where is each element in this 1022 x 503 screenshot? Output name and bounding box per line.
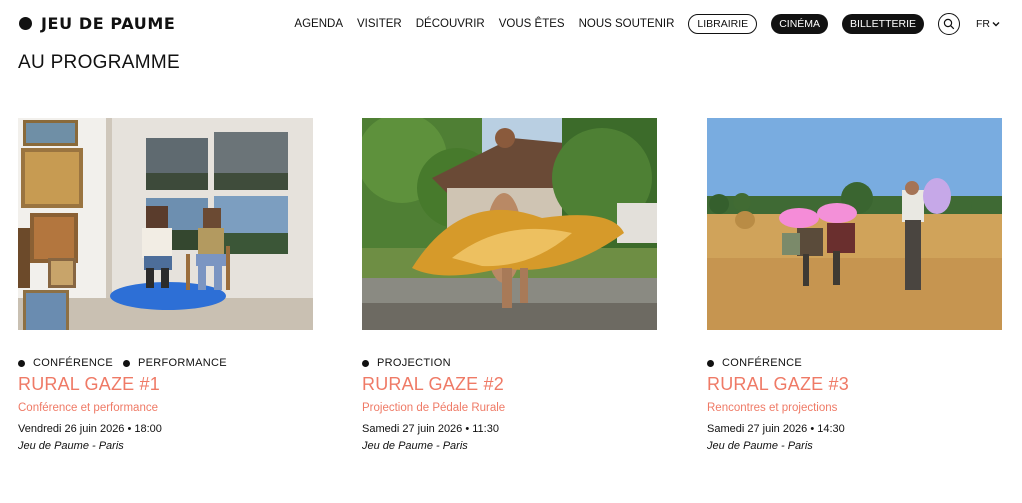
event-card-1: CONFÉRENCE PERFORMANCE RURAL GAZE #1 Con… — [18, 118, 313, 452]
page-title: AU PROGRAMME — [18, 52, 180, 73]
event-subtitle-3: Rencontres et projections — [707, 402, 838, 414]
event-subtitle-1: Conférence et performance — [18, 402, 158, 414]
tag-conference: CONFÉRENCE — [18, 357, 113, 369]
event-tags-1: CONFÉRENCE PERFORMANCE — [18, 356, 313, 370]
tag-projection: PROJECTION — [362, 357, 451, 369]
event-image-1[interactable] — [18, 118, 313, 330]
event-card-3: CONFÉRENCE RURAL GAZE #3 Rencontres et p… — [707, 118, 1002, 452]
nav-agenda[interactable]: AGENDA — [294, 18, 343, 30]
tag-label: CONFÉRENCE — [722, 357, 803, 369]
nav-visiter[interactable]: VISITER — [357, 18, 402, 30]
bullet-icon — [18, 359, 25, 367]
tag-label: CONFÉRENCE — [33, 357, 114, 369]
bullet-icon — [123, 359, 131, 367]
event-date-1: Vendredi 26 juin 2026 • 18:00 — [18, 423, 162, 435]
tag-label: PERFORMANCE — [138, 357, 227, 369]
event-tags-3: CONFÉRENCE — [707, 356, 1002, 370]
event-title-2[interactable]: RURAL GAZE #2 — [362, 374, 657, 395]
language-label: FR — [976, 18, 990, 30]
logo[interactable]: JEU DE PAUME — [19, 14, 175, 33]
site-header: JEU DE PAUME AGENDA VISITER DÉCOUVRIR VO… — [0, 0, 1022, 48]
bullet-icon — [362, 359, 369, 367]
cinema-button[interactable]: CINÉMA — [771, 14, 829, 34]
billetterie-button[interactable]: BILLETTERIE — [842, 14, 924, 34]
chevron-down-icon — [992, 22, 1000, 27]
event-title-3[interactable]: RURAL GAZE #3 — [707, 374, 1002, 395]
event-place-1: Jeu de Paume - Paris — [18, 440, 124, 452]
search-icon — [943, 18, 955, 30]
event-subtitle-2: Projection de Pédale Rurale — [362, 402, 506, 414]
logo-text: JEU DE PAUME — [41, 14, 176, 33]
main-nav: AGENDA VISITER DÉCOUVRIR VOUS ÊTES NOUS … — [294, 13, 1000, 35]
tag-conference: CONFÉRENCE — [707, 357, 802, 369]
nav-decouvrir[interactable]: DÉCOUVRIR — [416, 18, 485, 30]
nav-vous-etes[interactable]: VOUS ÊTES — [499, 18, 565, 30]
event-image-3[interactable] — [707, 118, 1002, 330]
event-card-2: PROJECTION RURAL GAZE #2 Projection de P… — [362, 118, 657, 452]
tag-label: PROJECTION — [377, 357, 451, 369]
event-date-2: Samedi 27 juin 2026 • 11:30 — [362, 423, 499, 435]
event-title-1[interactable]: RURAL GAZE #1 — [18, 374, 313, 395]
language-selector[interactable]: FR — [976, 18, 1000, 30]
event-date-3: Samedi 27 juin 2026 • 14:30 — [707, 423, 845, 435]
search-button[interactable] — [938, 13, 960, 35]
logo-dot-icon — [19, 17, 32, 30]
librairie-button[interactable]: LIBRAIRIE — [688, 14, 758, 34]
tag-performance: PERFORMANCE — [123, 357, 227, 369]
event-tags-2: PROJECTION — [362, 356, 657, 370]
event-image-2[interactable] — [362, 118, 657, 330]
event-place-2: Jeu de Paume - Paris — [362, 440, 468, 452]
event-place-3: Jeu de Paume - Paris — [707, 440, 813, 452]
bullet-icon — [707, 359, 714, 367]
nav-nous-soutenir[interactable]: NOUS SOUTENIR — [579, 18, 675, 30]
